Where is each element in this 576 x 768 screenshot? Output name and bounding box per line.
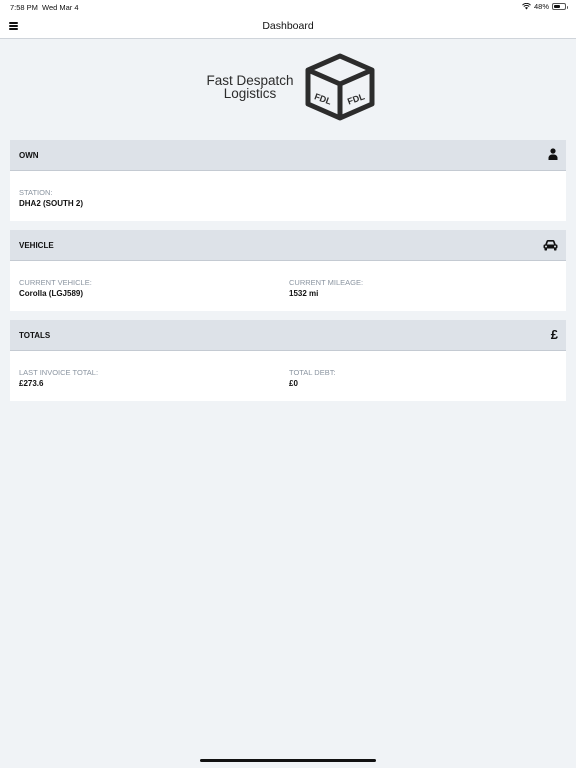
wifi-icon	[522, 3, 531, 10]
station-label: STATION:	[19, 188, 53, 197]
own-card: OWN STATION: DHA2 (SOUTH 2)	[10, 140, 566, 221]
box-logo-icon: FDL FDL	[305, 53, 375, 121]
station-field: STATION: DHA2 (SOUTH 2)	[19, 188, 83, 208]
page-title: Dashboard	[262, 20, 314, 32]
total-debt-value: £0	[289, 379, 298, 388]
battery-icon	[552, 3, 568, 10]
current-mileage-label: CURRENT MILEAGE:	[289, 278, 364, 287]
company-logo: Fast Despatch Logistics FDL FDL	[200, 52, 380, 124]
current-mileage-value: 1532 mi	[289, 289, 319, 298]
logo-text: Fast Despatch Logistics	[200, 74, 300, 101]
status-time: 7:58 PM	[10, 3, 38, 12]
station-value: DHA2 (SOUTH 2)	[19, 199, 84, 208]
logo-box-text-right: FDL	[346, 91, 366, 107]
status-date: Wed Mar 4	[42, 3, 79, 12]
status-right: 48%	[522, 2, 568, 11]
vehicle-card: VEHICLE CURRENT VEHICLE: Corolla (LGJ589…	[10, 230, 566, 311]
own-card-header: OWN	[10, 140, 566, 171]
totals-card-header: TOTALS £	[10, 320, 566, 351]
status-bar: 7:58 PM Wed Mar 4 48%	[0, 0, 576, 14]
totals-card-body: LAST INVOICE TOTAL: £273.6 TOTAL DEBT: £…	[10, 351, 566, 401]
battery-percent: 48%	[533, 2, 549, 11]
last-invoice-field: LAST INVOICE TOTAL: £273.6	[19, 368, 98, 388]
nav-bar: Dashboard	[0, 14, 576, 39]
user-icon	[548, 148, 558, 160]
current-vehicle-value: Corolla (LGJ589)	[19, 289, 84, 298]
logo-text-line2: Logistics	[223, 86, 277, 101]
pound-icon: £	[550, 327, 558, 342]
vehicle-card-body: CURRENT VEHICLE: Corolla (LGJ589) CURREN…	[10, 261, 566, 311]
car-icon	[543, 239, 558, 251]
current-mileage-field: CURRENT MILEAGE: 1532 mi	[289, 278, 363, 298]
total-debt-label: TOTAL DEBT:	[289, 368, 336, 377]
own-card-title: OWN	[19, 151, 39, 160]
current-vehicle-label: CURRENT VEHICLE:	[19, 278, 92, 287]
current-vehicle-field: CURRENT VEHICLE: Corolla (LGJ589)	[19, 278, 92, 298]
vehicle-card-header: VEHICLE	[10, 230, 566, 261]
total-debt-field: TOTAL DEBT: £0	[289, 368, 336, 388]
totals-card: TOTALS £ LAST INVOICE TOTAL: £273.6 TOTA…	[10, 320, 566, 401]
own-card-body: STATION: DHA2 (SOUTH 2)	[10, 171, 566, 221]
vehicle-card-title: VEHICLE	[19, 241, 54, 250]
home-indicator[interactable]	[200, 759, 376, 762]
totals-card-title: TOTALS	[19, 331, 51, 340]
logo-box-text-left: FDL	[313, 91, 333, 107]
last-invoice-label: LAST INVOICE TOTAL:	[19, 368, 99, 377]
last-invoice-value: £273.6	[19, 379, 44, 388]
